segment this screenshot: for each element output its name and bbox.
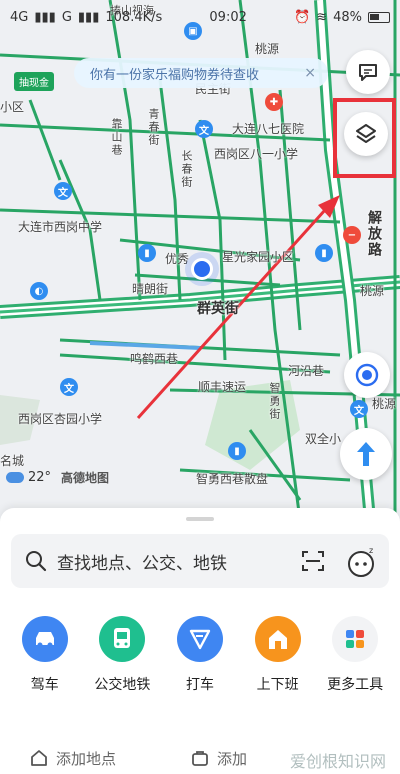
promo-text: 你有一份家乐福购物券待查收 — [90, 67, 260, 83]
map-label: 名城 — [0, 454, 25, 468]
clock: 09:02 — [209, 9, 247, 25]
shortcut-more-tools[interactable]: 更多工具 — [319, 616, 391, 694]
map-label: 青春街 — [147, 108, 160, 147]
battery-icon — [368, 11, 390, 23]
map-label: 晴朗街 — [132, 282, 169, 296]
network-indicator: G — [61, 9, 72, 25]
shortcut-label: 驾车 — [30, 677, 59, 693]
shortcut-transit[interactable]: 公交地铁 — [86, 616, 158, 694]
shortcut-drive[interactable]: 驾车 — [9, 616, 81, 694]
map-label: 大连八七医院 — [232, 122, 305, 136]
car-icon — [21, 616, 68, 662]
message-icon — [359, 64, 377, 81]
alarm-icon: ⏰ — [294, 9, 311, 25]
map-label: 西岗区杏园小学 — [18, 412, 103, 426]
map-label: 智勇西巷散盘 — [196, 472, 269, 486]
search-bar[interactable]: 查找地点、公交、地铁 z — [11, 534, 389, 588]
school-poi-icon[interactable]: 文 — [350, 400, 368, 418]
locate-icon — [355, 363, 379, 387]
home-icon — [31, 750, 47, 766]
shortcut-taxi[interactable]: 打车 — [164, 616, 236, 694]
network-indicator: 4G — [10, 9, 29, 25]
map-label: 大连市西岗中学 — [18, 220, 103, 234]
map-label: 双全小 — [305, 432, 342, 446]
shortcut-label: 公交地铁 — [94, 677, 151, 693]
add-work-place[interactable]: 添加 — [191, 748, 247, 769]
building-poi-icon[interactable]: ▮ — [138, 244, 156, 262]
map-label: 鸣鹤西巷 — [130, 352, 179, 366]
shortcut-bar: 驾车 公交地铁 打车 上下班 更多工具 — [0, 616, 400, 694]
cloud-icon — [6, 472, 24, 483]
building-poi-icon[interactable]: ▮ — [315, 244, 333, 262]
weather-widget[interactable]: 22° 高德地图 — [6, 469, 109, 486]
map-label: 河沿巷 — [288, 364, 325, 378]
shortcut-commute[interactable]: 上下班 — [242, 616, 314, 694]
close-icon[interactable]: × — [304, 65, 316, 81]
bus-icon — [99, 616, 146, 662]
drag-handle[interactable] — [186, 517, 214, 521]
signal-icon: ▮▮▮ — [77, 9, 100, 25]
temperature: 22° — [28, 470, 52, 485]
map-label: 桃源 — [360, 284, 385, 298]
no-entry-poi-icon: − — [343, 226, 361, 244]
map-label: 西岗区八一小学 — [214, 147, 299, 161]
status-bar: 4G ▮▮▮ G ▮▮▮ 108.4K/s 09:02 ⏰ ≋ 48% — [0, 0, 400, 34]
taxi-icon — [176, 616, 223, 662]
school-poi-icon[interactable]: 文 — [195, 120, 213, 138]
scan-icon[interactable] — [301, 550, 325, 572]
map-label: 顺丰速运 — [198, 380, 247, 394]
battery-percent: 48% — [333, 9, 362, 25]
search-placeholder: 查找地点、公交、地铁 — [57, 553, 227, 574]
location-poi-icon[interactable]: ◐ — [30, 282, 48, 300]
more-tools-icon — [332, 616, 379, 662]
svg-text:z: z — [369, 546, 373, 555]
add-place-label: 添加 — [217, 749, 248, 768]
shortcut-label: 上下班 — [256, 677, 299, 693]
shortcut-label: 打车 — [185, 677, 214, 693]
bottom-sheet[interactable]: 查找地点、公交、地铁 z 驾车 公交地铁 打车 上下班 更多工具 添加地点 添加 — [0, 508, 400, 774]
map-label: 小区 — [0, 100, 25, 114]
navigation-button[interactable] — [340, 428, 392, 480]
locate-button[interactable] — [344, 352, 390, 398]
map-label: 星光家园小区 — [222, 250, 295, 264]
map-label: 靠山巷 — [110, 118, 123, 157]
wifi-icon: ≋ — [316, 9, 328, 25]
route-arrow-icon — [357, 442, 375, 466]
map-label: 桃源 — [255, 42, 280, 56]
map-label: 智勇街 — [268, 382, 281, 421]
message-button[interactable] — [346, 50, 390, 94]
voice-assistant-icon[interactable]: z — [347, 544, 377, 578]
add-place-label: 添加地点 — [56, 749, 117, 768]
school-poi-icon[interactable]: 文 — [54, 182, 72, 200]
add-home-place[interactable]: 添加地点 — [30, 748, 116, 769]
shortcut-label: 更多工具 — [327, 677, 384, 693]
promo-banner[interactable]: 你有一份家乐福购物券待查收 × — [74, 58, 328, 88]
commute-icon — [254, 616, 301, 662]
signal-icon: ▮▮▮ — [34, 9, 56, 25]
network-speed: 108.4K/s — [105, 9, 163, 25]
current-location-marker — [191, 258, 213, 280]
map-label: 解放路 — [366, 210, 382, 258]
school-poi-icon[interactable]: 文 — [60, 378, 78, 396]
cash-reward-badge[interactable]: 抽现金 — [14, 72, 54, 91]
map-label: 群英街 — [197, 301, 239, 317]
hospital-poi-icon[interactable]: ✚ — [265, 93, 283, 111]
map-label: 桃源 — [372, 397, 397, 411]
highlight-box — [333, 98, 396, 178]
map-label: 长春街 — [180, 150, 193, 189]
watermark: 爱创根知识网 — [289, 752, 386, 771]
briefcase-icon — [192, 751, 208, 766]
map-brand-logo: 高德地图 — [61, 471, 110, 485]
search-icon — [26, 551, 47, 572]
map-label: 优秀 — [165, 252, 190, 266]
building-poi-icon[interactable]: ▮ — [228, 442, 246, 460]
